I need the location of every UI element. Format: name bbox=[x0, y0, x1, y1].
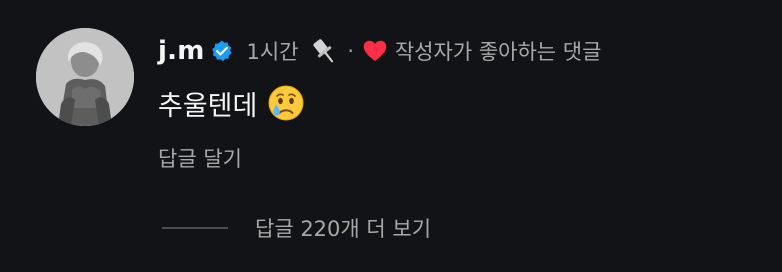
crying-face-emoji-icon bbox=[267, 84, 305, 122]
comment-item: j.m 1시간 · 작성자가 좋아하는 댓글 추울텐데 답글 달기 답글 220… bbox=[0, 0, 782, 272]
view-replies-button[interactable]: 답글 220개 더 보기 bbox=[162, 210, 431, 246]
comment-body: 추울텐데 bbox=[158, 82, 305, 124]
reply-button[interactable]: 답글 달기 bbox=[158, 143, 242, 173]
avatar[interactable] bbox=[36, 28, 134, 126]
liked-by-author-label: 작성자가 좋아하는 댓글 bbox=[394, 40, 602, 64]
heart-icon bbox=[362, 39, 388, 63]
view-replies-label: 답글 220개 더 보기 bbox=[255, 217, 432, 241]
avatar-photo bbox=[36, 28, 134, 126]
comment-text: 추울텐데 bbox=[158, 90, 258, 122]
comment-time: 1시간 bbox=[246, 40, 299, 64]
pin-icon bbox=[308, 35, 340, 67]
verified-badge-icon bbox=[210, 39, 234, 63]
replies-divider-line bbox=[162, 227, 228, 229]
username[interactable]: j.m bbox=[158, 36, 204, 66]
header-separator: · bbox=[347, 39, 354, 63]
comment-header: j.m 1시간 · 작성자가 좋아하는 댓글 bbox=[158, 31, 601, 71]
